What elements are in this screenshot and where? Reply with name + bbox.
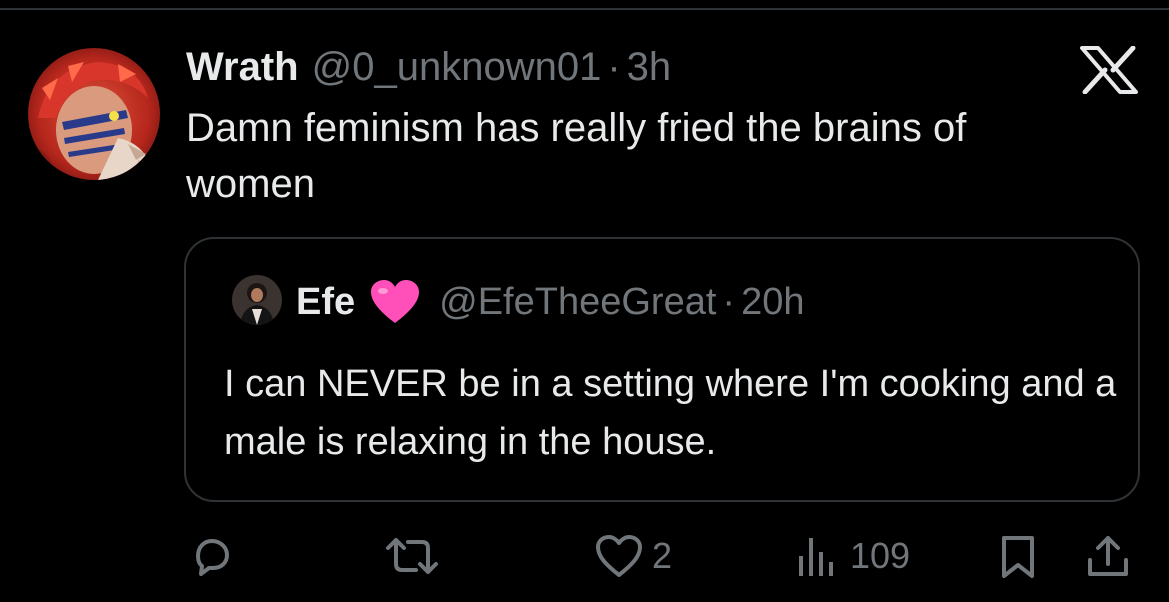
quote-header: Efe @EfeTheeGreat · 20h bbox=[296, 277, 804, 327]
quote-author-handle[interactable]: @EfeTheeGreat bbox=[439, 281, 716, 324]
quote-text: I can NEVER be in a setting where I'm co… bbox=[224, 363, 1117, 463]
bookmark-button[interactable] bbox=[998, 528, 1038, 584]
separator-dot: · bbox=[722, 280, 736, 323]
post-header: Wrath @0_unknown01 · 3h bbox=[186, 40, 671, 94]
quote-author-name[interactable]: Efe bbox=[296, 281, 355, 324]
like-button[interactable]: 2 bbox=[594, 528, 672, 584]
views-count: 109 bbox=[850, 535, 911, 576]
repost-icon bbox=[386, 538, 438, 574]
quote-timestamp[interactable]: 20h bbox=[741, 281, 804, 324]
repost-button[interactable] bbox=[384, 528, 440, 584]
post-timestamp[interactable]: 3h bbox=[627, 45, 672, 90]
heart-icon bbox=[596, 535, 642, 577]
separator-dot: · bbox=[607, 44, 621, 89]
reply-button[interactable] bbox=[188, 528, 236, 584]
pink-heart-emoji-icon bbox=[369, 279, 421, 325]
reply-icon bbox=[196, 539, 229, 576]
person-avatar-icon bbox=[232, 275, 282, 325]
views-button[interactable]: 109 bbox=[796, 528, 910, 584]
quote-author-avatar[interactable] bbox=[232, 275, 282, 325]
author-avatar[interactable] bbox=[28, 48, 160, 180]
x-logo-icon bbox=[1078, 45, 1140, 95]
like-count: 2 bbox=[652, 535, 673, 576]
bookmark-icon bbox=[1002, 536, 1034, 578]
top-divider bbox=[0, 8, 1169, 10]
author-handle[interactable]: @0_unknown01 bbox=[312, 45, 602, 90]
post-text: Damn feminism has really fried the brain… bbox=[186, 106, 967, 206]
action-bar: 2 109 bbox=[0, 528, 1169, 584]
share-icon bbox=[1088, 536, 1128, 576]
share-button[interactable] bbox=[1084, 528, 1132, 584]
quoted-post-card[interactable]: Efe @EfeTheeGreat · 20h I can NEVER be i… bbox=[184, 237, 1140, 502]
anime-character-avatar-icon bbox=[28, 48, 160, 180]
author-name[interactable]: Wrath bbox=[186, 45, 299, 90]
views-icon bbox=[799, 538, 833, 576]
